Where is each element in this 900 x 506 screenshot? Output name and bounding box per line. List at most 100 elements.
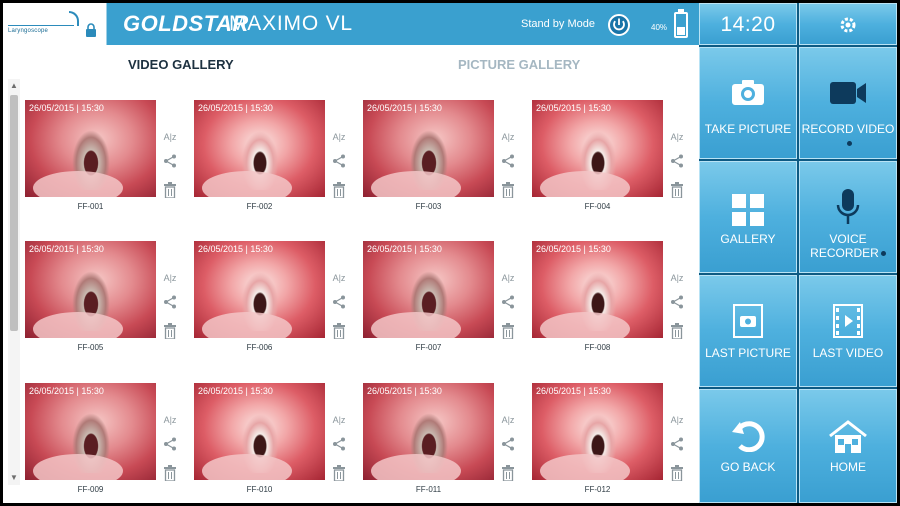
video-thumbnail[interactable]: 26/05/2015 | 15:30: [363, 383, 494, 480]
voice-indicator-dot: [880, 251, 886, 257]
thumbnail-detail: [371, 454, 461, 480]
video-thumbnail[interactable]: 26/05/2015 | 15:30: [363, 100, 494, 197]
video-thumbnail[interactable]: 26/05/2015 | 15:30: [532, 241, 663, 338]
share-icon[interactable]: [501, 295, 515, 309]
trash-icon[interactable]: [332, 323, 346, 339]
gallery-item[interactable]: 26/05/2015 | 15:30 FF-007 A|z: [363, 241, 531, 361]
video-thumbnail[interactable]: 26/05/2015 | 15:30: [25, 383, 156, 480]
share-icon[interactable]: [670, 154, 684, 168]
thumbnail-timestamp: 26/05/2015 | 15:30: [198, 103, 273, 113]
trash-icon[interactable]: [163, 323, 177, 339]
rename-button[interactable]: A|z: [163, 132, 177, 142]
gallery-item[interactable]: 26/05/2015 | 15:30 FF-012 A|z: [532, 383, 700, 503]
tab-video-gallery[interactable]: VIDEO GALLERY: [128, 57, 234, 72]
trash-icon[interactable]: [501, 323, 515, 339]
trash-icon[interactable]: [670, 323, 684, 339]
rename-button[interactable]: A|z: [332, 273, 346, 283]
video-thumbnail[interactable]: 26/05/2015 | 15:30: [532, 100, 663, 197]
trash-icon[interactable]: [670, 182, 684, 198]
rename-button[interactable]: A|z: [501, 132, 515, 142]
last-picture-label: LAST PICTURE: [705, 346, 791, 360]
trash-icon[interactable]: [501, 465, 515, 481]
trash-icon[interactable]: [163, 182, 177, 198]
take-picture-button[interactable]: TAKE PICTURE: [699, 47, 797, 159]
thumbnail-detail: [202, 312, 292, 338]
share-icon[interactable]: [501, 437, 515, 451]
tab-picture-gallery[interactable]: PICTURE GALLERY: [458, 57, 580, 72]
video-thumbnail[interactable]: 26/05/2015 | 15:30: [25, 100, 156, 197]
share-icon[interactable]: [332, 295, 346, 309]
rename-button[interactable]: A|z: [670, 415, 684, 425]
thumbnail-caption: FF-006: [246, 343, 273, 352]
settings-tile[interactable]: [799, 3, 897, 45]
thumbnail-detail: [202, 171, 292, 197]
share-icon[interactable]: [163, 295, 177, 309]
thumbnail-timestamp: 26/05/2015 | 15:30: [198, 244, 273, 254]
battery-cap: [678, 9, 684, 12]
thumbnail-detail: [540, 171, 630, 197]
home-button[interactable]: HOME: [799, 389, 897, 503]
share-icon[interactable]: [670, 437, 684, 451]
logo-curve: [69, 11, 79, 26]
logo-line: [8, 25, 74, 26]
control-panel: 14:20 TAKE PICTURE RECORD VIDEO GALLERY …: [699, 3, 897, 503]
app-window: Laryngoscope GOLDSTAR MAXIMO VL Stand by…: [3, 3, 897, 503]
gallery-item[interactable]: 26/05/2015 | 15:30 FF-011 A|z: [363, 383, 531, 503]
logo-area: Laryngoscope: [3, 3, 107, 45]
record-video-label: RECORD VIDEO: [800, 122, 896, 150]
voice-recorder-button[interactable]: VOICE RECORDER: [799, 161, 897, 273]
share-icon[interactable]: [163, 437, 177, 451]
trash-icon[interactable]: [670, 465, 684, 481]
gallery-item[interactable]: 26/05/2015 | 15:30 FF-002 A|z: [194, 100, 362, 220]
share-icon[interactable]: [332, 437, 346, 451]
battery-percent: 40%: [651, 23, 668, 32]
video-thumbnail[interactable]: 26/05/2015 | 15:30: [194, 241, 325, 338]
video-thumbnail[interactable]: 26/05/2015 | 15:30: [194, 383, 325, 480]
rename-button[interactable]: A|z: [163, 273, 177, 283]
trash-icon[interactable]: [501, 182, 515, 198]
thumbnail-caption: FF-012: [584, 485, 611, 494]
rename-button[interactable]: A|z: [332, 415, 346, 425]
gallery-button[interactable]: GALLERY: [699, 161, 797, 273]
voice-recorder-text: VOICE RECORDER: [810, 232, 879, 260]
thumbnail-detail: [33, 312, 123, 338]
thumbnail-caption: FF-001: [77, 202, 104, 211]
rename-button[interactable]: A|z: [501, 273, 515, 283]
last-picture-button[interactable]: LAST PICTURE: [699, 275, 797, 387]
gallery-item[interactable]: 26/05/2015 | 15:30 FF-006 A|z: [194, 241, 362, 361]
last-video-button[interactable]: LAST VIDEO: [799, 275, 897, 387]
share-icon[interactable]: [332, 154, 346, 168]
thumbnail-timestamp: 26/05/2015 | 15:30: [29, 386, 104, 396]
trash-icon[interactable]: [163, 465, 177, 481]
video-thumbnail[interactable]: 26/05/2015 | 15:30: [363, 241, 494, 338]
rename-button[interactable]: A|z: [670, 132, 684, 142]
rename-button[interactable]: A|z: [332, 132, 346, 142]
rename-button[interactable]: A|z: [670, 273, 684, 283]
record-video-button[interactable]: RECORD VIDEO: [799, 47, 897, 159]
share-icon[interactable]: [670, 295, 684, 309]
last-video-icon: [833, 304, 863, 338]
gallery-item[interactable]: 26/05/2015 | 15:30 FF-001 A|z: [25, 100, 193, 220]
share-icon[interactable]: [163, 154, 177, 168]
rename-button[interactable]: A|z: [163, 415, 177, 425]
scrollbar-thumb[interactable]: [10, 95, 18, 331]
power-icon[interactable]: [608, 14, 630, 36]
video-thumbnail[interactable]: 26/05/2015 | 15:30: [25, 241, 156, 338]
trash-icon[interactable]: [332, 182, 346, 198]
video-thumbnail[interactable]: 26/05/2015 | 15:30: [532, 383, 663, 480]
video-thumbnail[interactable]: 26/05/2015 | 15:30: [194, 100, 325, 197]
trash-icon[interactable]: [332, 465, 346, 481]
gallery-item[interactable]: 26/05/2015 | 15:30 FF-008 A|z: [532, 241, 700, 361]
gallery-item[interactable]: 26/05/2015 | 15:30 FF-005 A|z: [25, 241, 193, 361]
scroll-up-icon[interactable]: ▲: [9, 81, 19, 91]
gallery-item[interactable]: 26/05/2015 | 15:30 FF-003 A|z: [363, 100, 531, 220]
gallery-scrollbar[interactable]: ▲ ▼: [8, 79, 20, 485]
gallery-item[interactable]: 26/05/2015 | 15:30 FF-004 A|z: [532, 100, 700, 220]
share-icon[interactable]: [501, 154, 515, 168]
gallery-item[interactable]: 26/05/2015 | 15:30 FF-010 A|z: [194, 383, 362, 503]
header-bar: Laryngoscope GOLDSTAR MAXIMO VL Stand by…: [3, 3, 699, 45]
gallery-item[interactable]: 26/05/2015 | 15:30 FF-009 A|z: [25, 383, 193, 503]
rename-button[interactable]: A|z: [501, 415, 515, 425]
go-back-button[interactable]: GO BACK: [699, 389, 797, 503]
scroll-down-icon[interactable]: ▼: [9, 473, 19, 483]
